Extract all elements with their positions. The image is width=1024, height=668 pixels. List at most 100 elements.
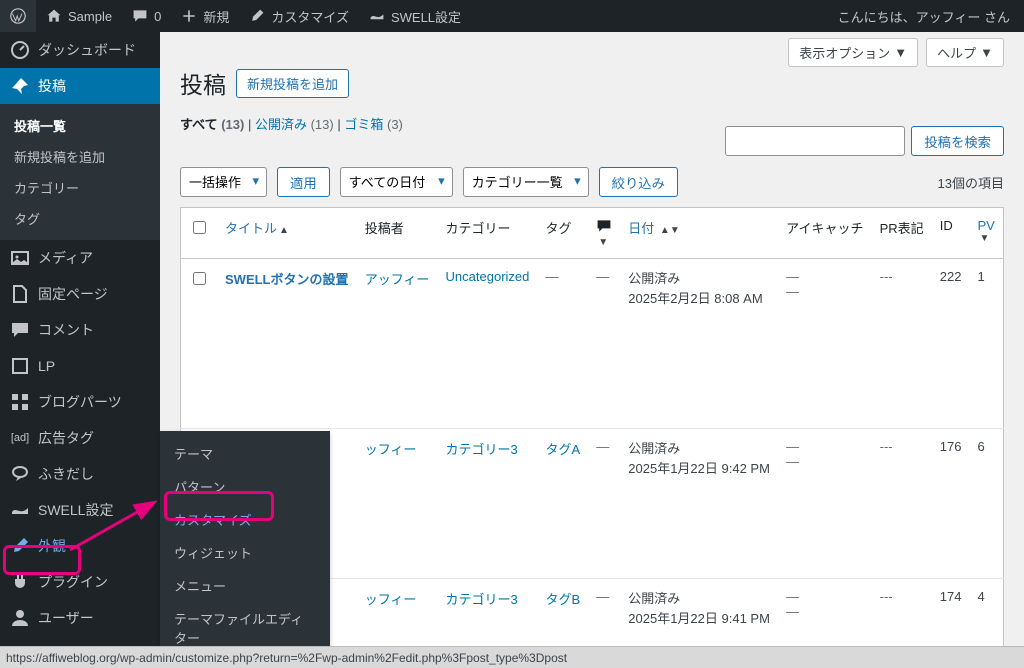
sidebar-item-adtag[interactable]: [ad] 広告タグ (0, 420, 160, 456)
pr-cell: --- (872, 259, 932, 429)
apply-button[interactable]: 適用 (277, 167, 330, 197)
pv-cell: 1 (970, 259, 1004, 429)
brush-icon (249, 8, 265, 24)
lp-icon (10, 356, 30, 376)
chevron-down-icon: ▼ (894, 45, 907, 60)
col-id: ID (932, 208, 970, 259)
admin-toolbar: Sample 0 新規 カスタマイズ SWELL設定 こんにちは、アッフィー さ… (0, 0, 1024, 32)
media-icon (10, 248, 30, 268)
eyecatch-cell: — — (778, 259, 871, 429)
comments-count[interactable]: 0 (122, 0, 171, 32)
grid-icon (10, 392, 30, 412)
row-checkbox[interactable] (193, 272, 206, 285)
home-icon (46, 8, 62, 24)
select-all-checkbox[interactable] (193, 221, 206, 234)
eyecatch-cell: — — (778, 429, 871, 579)
help-button[interactable]: ヘルプ ▼ (926, 38, 1004, 67)
comment-count: — (596, 589, 609, 604)
search-button[interactable]: 投稿を検索 (911, 126, 1004, 156)
sidebar-item-users[interactable]: ユーザー (0, 600, 160, 636)
flyout-widgets[interactable]: ウィジェット (160, 536, 330, 569)
date-filter-select[interactable]: すべての日付 (340, 167, 453, 197)
admin-sidebar: ダッシュボード 投稿 投稿一覧 新規投稿を追加 カテゴリー タグ メディア 固定… (0, 32, 160, 668)
site-home[interactable]: Sample (36, 0, 122, 32)
plus-icon (181, 8, 197, 24)
col-author: 投稿者 (357, 208, 438, 259)
gauge-icon (10, 40, 30, 60)
tag-link[interactable]: タグA (546, 442, 581, 457)
filter-button[interactable]: 絞り込み (599, 167, 678, 197)
sidebar-item-appearance[interactable]: 外観 (0, 528, 160, 564)
wordpress-icon (10, 8, 26, 24)
pv-cell: 6 (970, 429, 1004, 579)
screen-options-button[interactable]: 表示オプション ▼ (788, 38, 918, 67)
category-link[interactable]: カテゴリー3 (446, 592, 518, 607)
flyout-menus[interactable]: メニュー (160, 569, 330, 602)
submenu-posts-tags[interactable]: タグ (0, 203, 160, 234)
comment-count: — (596, 439, 609, 454)
col-cats: カテゴリー (438, 208, 538, 259)
flyout-patterns[interactable]: パターン (160, 470, 330, 503)
tag-empty: — (546, 269, 559, 284)
author-link[interactable]: ッフィー (365, 592, 417, 607)
id-cell: 176 (932, 429, 970, 579)
category-link[interactable]: カテゴリー3 (446, 442, 518, 457)
site-name: Sample (68, 9, 112, 24)
pin-icon (10, 76, 30, 96)
tablenav-top: 一括操作 適用 すべての日付 カテゴリー一覧 絞り込み 13個の項目 (180, 167, 1004, 197)
ad-icon: [ad] (10, 432, 30, 444)
submenu-posts-list[interactable]: 投稿一覧 (0, 110, 160, 141)
bulk-action-select[interactable]: 一括操作 (180, 167, 267, 197)
sidebar-item-comments[interactable]: コメント (0, 312, 160, 348)
post-title-link[interactable]: SWELLボタンの設置 (225, 272, 349, 287)
comment-icon (596, 218, 612, 234)
flyout-customize[interactable]: カスタマイズ (160, 503, 330, 536)
swell-icon (10, 500, 30, 520)
posts-submenu: 投稿一覧 新規投稿を追加 カテゴリー タグ (0, 104, 160, 240)
sidebar-item-blogparts[interactable]: ブログパーツ (0, 384, 160, 420)
col-tags: タグ (538, 208, 589, 259)
customize-link[interactable]: カスタマイズ (239, 0, 359, 32)
date-cell: 公開済み2025年2月2日 8:08 AM (620, 259, 778, 429)
table-row[interactable]: SWELLボタンの設置 アッフィー Uncategorized — — 公開済み… (181, 259, 1004, 429)
appearance-flyout: テーマ パターン カスタマイズ ウィジェット メニュー テーマファイルエディター (160, 431, 330, 660)
category-filter-select[interactable]: カテゴリー一覧 (463, 167, 589, 197)
submenu-posts-cats[interactable]: カテゴリー (0, 172, 160, 203)
sidebar-item-balloon[interactable]: ふきだし (0, 456, 160, 492)
sidebar-item-posts[interactable]: 投稿 (0, 68, 160, 104)
user-icon (10, 608, 30, 628)
submenu-posts-new[interactable]: 新規投稿を追加 (0, 141, 160, 172)
new-content[interactable]: 新規 (171, 0, 239, 32)
comment-icon (132, 8, 148, 24)
category-link[interactable]: Uncategorized (446, 269, 530, 284)
filter-published[interactable]: 公開済み (13) (255, 117, 334, 132)
author-link[interactable]: アッフィー (365, 272, 430, 287)
wp-logo[interactable] (0, 0, 36, 32)
col-pv[interactable]: PV▼ (970, 208, 1004, 259)
sidebar-item-media[interactable]: メディア (0, 240, 160, 276)
col-comments[interactable]: ▼ (588, 208, 620, 259)
tag-link[interactable]: タグB (546, 592, 581, 607)
comment-count: — (596, 269, 609, 284)
items-count: 13個の項目 (938, 173, 1004, 192)
flyout-themes[interactable]: テーマ (160, 437, 330, 470)
col-date[interactable]: 日付 ▲▼ (620, 208, 778, 259)
swell-settings-link[interactable]: SWELL設定 (359, 0, 471, 32)
sidebar-item-dashboard[interactable]: ダッシュボード (0, 32, 160, 68)
add-new-button[interactable]: 新規投稿を追加 (236, 69, 349, 98)
search-input[interactable] (725, 126, 905, 156)
filter-trash[interactable]: ゴミ箱 (3) (344, 117, 403, 132)
col-eyecatch: アイキャッチ (778, 208, 871, 259)
chevron-down-icon: ▼ (980, 45, 993, 60)
sidebar-item-pages[interactable]: 固定ページ (0, 276, 160, 312)
swell-icon (369, 8, 385, 24)
filter-all[interactable]: すべて (13) (180, 117, 244, 132)
balloon-icon (10, 464, 30, 484)
sidebar-item-swell[interactable]: SWELL設定 (0, 492, 160, 528)
sidebar-item-lp[interactable]: LP (0, 348, 160, 384)
sidebar-item-plugins[interactable]: プラグイン (0, 564, 160, 600)
author-link[interactable]: ッフィー (365, 442, 417, 457)
page-title: 投稿 (180, 66, 226, 100)
user-greeting[interactable]: こんにちは、アッフィー さん (838, 7, 1024, 26)
col-title[interactable]: タイトル▲ (217, 208, 357, 259)
